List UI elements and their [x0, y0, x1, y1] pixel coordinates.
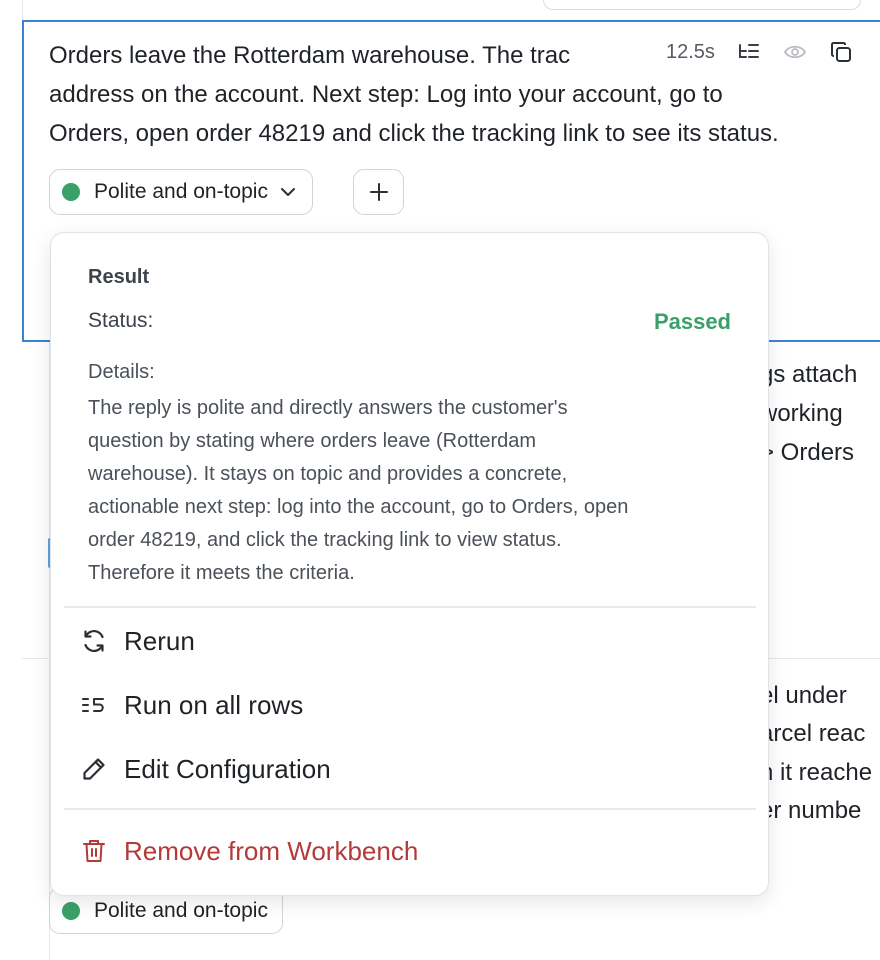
chip-label: Polite and on-topic [94, 180, 268, 203]
evaluator-result-popover: Result Status: Passed Details: The reply… [50, 232, 769, 896]
status-dot [62, 183, 80, 201]
row3-text-fragment: el under [760, 682, 847, 709]
details-line: question by stating where orders leave (… [88, 430, 537, 452]
run-all-rows-menu-item[interactable]: Run on all rows [79, 683, 739, 727]
row3-text-fragment: arcel reac [760, 720, 866, 747]
trash-icon [79, 836, 109, 866]
cell-toolbar: 12.5s [660, 34, 853, 70]
menu-item-label: Rerun [124, 625, 195, 656]
add-evaluator-button[interactable] [353, 169, 404, 215]
chip-label: Polite and on-topic [94, 898, 268, 922]
chevron-down-icon [280, 183, 298, 201]
cell-text-line: address on the account. Next step: Log i… [49, 81, 723, 108]
rerun-menu-item[interactable]: Rerun [79, 619, 739, 663]
menu-divider [64, 808, 756, 810]
status-label: Status: [88, 309, 154, 332]
menu-divider [64, 606, 756, 608]
menu-item-label: Remove from Workbench [124, 835, 419, 866]
cell-text-line: Orders, open order 48219 and click the t… [49, 120, 779, 147]
row3-text-fragment: er numbe [760, 797, 862, 824]
copy-icon[interactable] [829, 40, 853, 64]
result-heading: Result [88, 266, 150, 288]
status-dot [62, 901, 80, 920]
details-line: Therefore it meets the criteria. [88, 562, 355, 584]
duration-label: 12.5s [666, 40, 715, 63]
column-divider [22, 0, 23, 20]
menu-item-label: Edit Configuration [124, 753, 331, 784]
row2-text-fragment: gs attach [760, 361, 858, 388]
outline-list-icon[interactable] [737, 40, 761, 64]
menu-item-label: Run on all rows [124, 689, 304, 720]
edit-configuration-menu-item[interactable]: Edit Configuration [79, 747, 739, 791]
run-all-rows-icon [79, 690, 109, 720]
details-line: warehouse). It stays on topic and provid… [88, 463, 568, 485]
details-text: The reply is polite and directly answers… [88, 392, 738, 590]
row2-text-fragment: > Orders [760, 439, 855, 466]
previous-row-pill [543, 0, 861, 10]
row3-text-fragment: n it reache [760, 759, 873, 786]
details-line: The reply is polite and directly answers… [88, 397, 568, 419]
eye-icon[interactable] [783, 40, 807, 64]
details-line: actionable next step: log into the accou… [88, 496, 629, 518]
pencil-icon [79, 754, 109, 784]
details-line: order 48219, and click the tracking link… [88, 529, 562, 551]
details-label: Details: [88, 361, 155, 383]
evaluator-chip-dropdown[interactable]: Polite and on-topic [49, 169, 313, 215]
cell-text-line: Orders leave the Rotterdam warehouse. Th… [49, 42, 571, 69]
remove-from-workbench-menu-item[interactable]: Remove from Workbench [79, 829, 739, 873]
row2-text-fragment: working [760, 400, 843, 427]
plus-icon [369, 182, 389, 202]
status-badge: Passed [653, 309, 731, 334]
refresh-icon [79, 626, 109, 656]
